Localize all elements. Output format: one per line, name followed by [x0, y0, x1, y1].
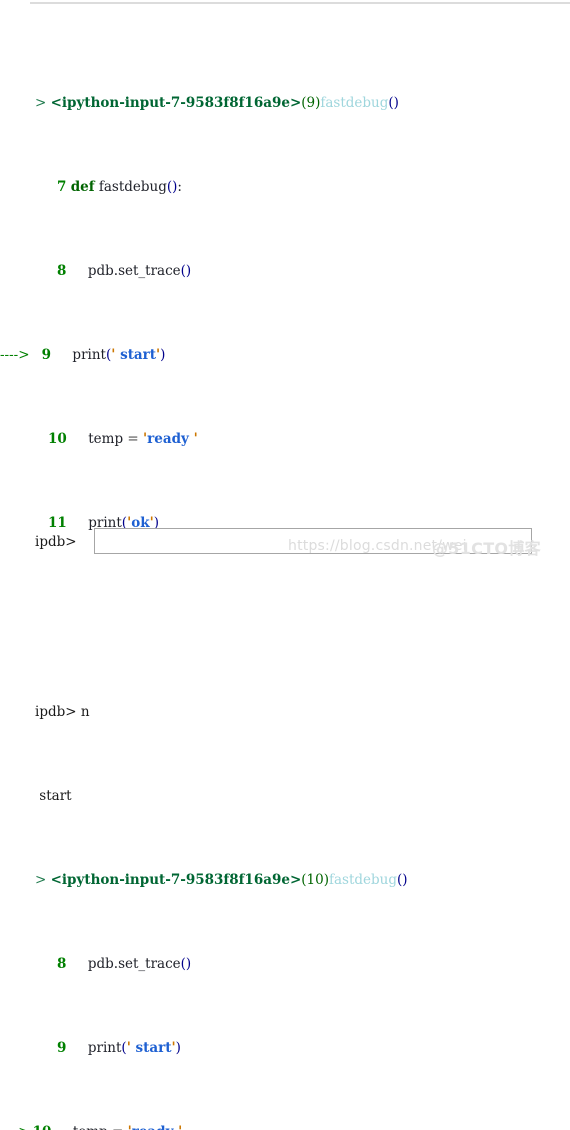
code-line: 8 pdb.set_trace() [0, 954, 570, 975]
top-divider [30, 2, 570, 4]
string-quote: ' [193, 431, 198, 447]
code-line-current: ----> 9 print(' start') [0, 345, 570, 366]
code-line: 8 pdb.set_trace() [0, 261, 570, 282]
code-line-current: ---->10 temp = 'ready ' [0, 1122, 570, 1130]
exec-arrow: ----> [0, 1124, 30, 1130]
exec-arrow: ----> [0, 347, 30, 363]
code-colon: : [177, 179, 182, 195]
string-literal: ready [132, 1124, 178, 1130]
ipdb-command-input[interactable] [94, 528, 532, 554]
frame-lineno: (10) [301, 872, 329, 888]
frame-call-parens: () [396, 872, 408, 888]
code-text: pdb.set_trace [70, 956, 181, 972]
stack-frame-header: > <ipython-input-7-9583f8f16a9e>(9)fastd… [0, 93, 570, 114]
code-punct: () [166, 179, 178, 195]
ipdb-terminal-output: > <ipython-input-7-9583f8f16a9e>(9)fastd… [0, 9, 570, 1130]
code-lineno: 9 [41, 347, 51, 363]
frame-func-name: fastdebug [320, 95, 389, 111]
code-punct: ) [160, 347, 166, 363]
frame-gt-marker: > [35, 95, 47, 111]
stdout-text: start [35, 788, 72, 804]
code-line: 10 temp = 'ready ' [0, 429, 570, 450]
ipdb-input-row: ipdb> [0, 528, 570, 560]
code-punct: ) [175, 1040, 181, 1056]
code-text: print [70, 1040, 122, 1056]
code-lineno: 8 [57, 263, 67, 279]
code-text: temp [71, 431, 128, 447]
string-literal: start [130, 1040, 172, 1056]
frame-call-parens: () [388, 95, 399, 111]
stdout-line: start [0, 786, 570, 807]
code-text: fastdebug [98, 179, 167, 195]
ipdb-input-prompt: ipdb> [35, 534, 77, 550]
string-literal: ready [147, 431, 194, 447]
code-text: temp [56, 1124, 112, 1130]
keyword-def: def [70, 179, 95, 195]
code-operator: = [112, 1124, 123, 1130]
code-lineno: 10 [48, 431, 67, 447]
frame-gt-marker: > [35, 872, 47, 888]
string-literal: start [115, 347, 157, 363]
code-line: 9 print(' start') [0, 1038, 570, 1059]
code-lineno: 8 [57, 956, 67, 972]
command-echo: ipdb> n [0, 702, 570, 723]
code-lineno: 7 [57, 179, 67, 195]
frame-func-name: fastdebug [328, 872, 397, 888]
string-quote: ' [178, 1124, 182, 1130]
code-line: 7 def fastdebug(): [0, 177, 570, 198]
code-lineno: 10 [33, 1124, 52, 1130]
code-text: print [55, 347, 106, 363]
code-punct: () [180, 956, 192, 972]
stack-frame-header: > <ipython-input-7-9583f8f16a9e>(10)fast… [0, 870, 570, 891]
code-lineno: 9 [57, 1040, 67, 1056]
frame-file: <ipython-input-7-9583f8f16a9e> [50, 95, 302, 111]
code-operator: = [127, 431, 139, 447]
ipdb-prompt: ipdb> n [35, 704, 90, 720]
code-punct: () [180, 263, 192, 279]
frame-file: <ipython-input-7-9583f8f16a9e> [50, 872, 302, 888]
frame-lineno: (9) [301, 95, 321, 111]
code-text: pdb.set_trace [70, 263, 181, 279]
